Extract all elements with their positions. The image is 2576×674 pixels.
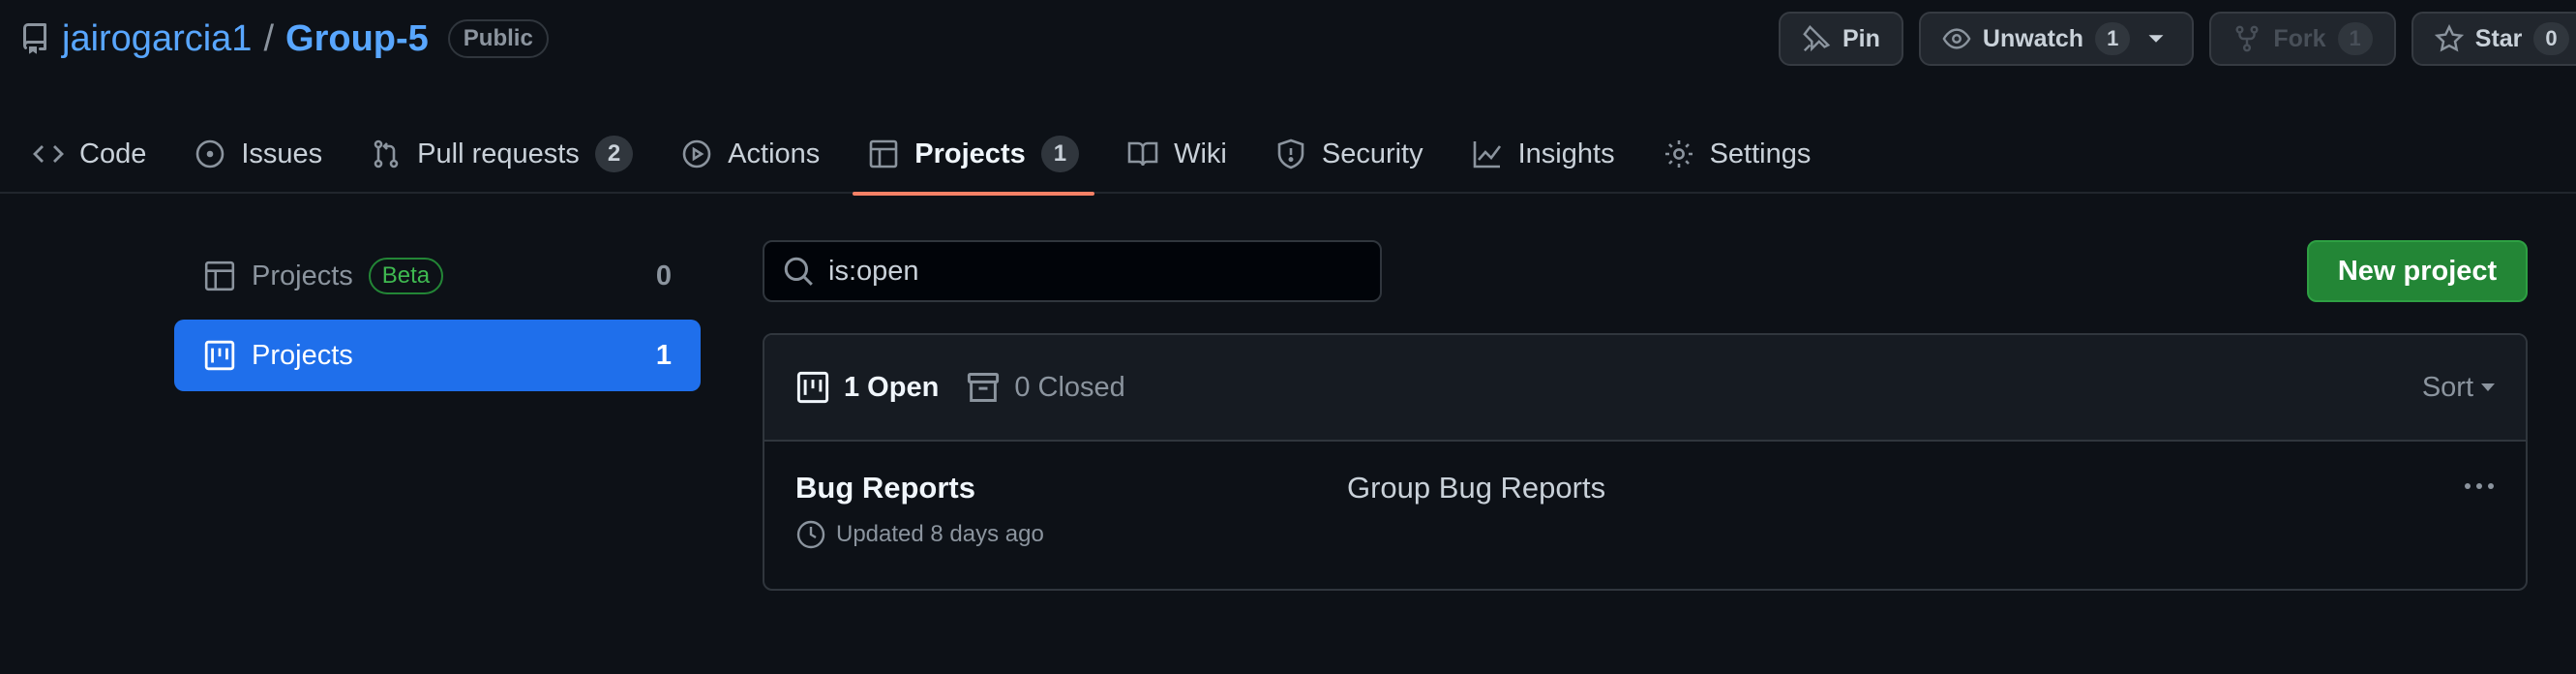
project-board-icon bbox=[795, 370, 830, 405]
sort-dropdown[interactable]: Sort bbox=[2422, 372, 2495, 404]
sidebar-item-label: Projects bbox=[252, 339, 353, 371]
tab-actions[interactable]: Actions bbox=[666, 114, 835, 194]
book-icon bbox=[1127, 138, 1158, 169]
projects-count: 1 bbox=[1040, 136, 1080, 172]
issue-icon bbox=[195, 138, 225, 169]
pin-button[interactable]: Pin bbox=[1779, 12, 1903, 66]
projects-list: 1 Open 0 Closed Sort Bug Reports Updated… bbox=[763, 333, 2528, 591]
tab-security[interactable]: Security bbox=[1260, 114, 1439, 194]
kebab-menu-icon[interactable] bbox=[2460, 476, 2499, 496]
clock-icon bbox=[795, 519, 826, 550]
projects-sidebar: Projects Beta 0 Projects 1 bbox=[174, 240, 701, 399]
tab-settings[interactable]: Settings bbox=[1648, 114, 1827, 194]
closed-filter[interactable]: 0 Closed bbox=[966, 370, 1125, 405]
chevron-down-icon[interactable] bbox=[2142, 24, 2171, 53]
pin-icon bbox=[1802, 24, 1831, 53]
tab-code-label: Code bbox=[79, 138, 147, 169]
graph-icon bbox=[1472, 138, 1503, 169]
star-count: 0 bbox=[2533, 22, 2569, 55]
repo-nav: Code Issues Pull requests 2 Actions Proj… bbox=[0, 114, 1843, 196]
sidebar-item-projects-classic[interactable]: Projects 1 bbox=[174, 320, 701, 391]
table-icon bbox=[868, 138, 899, 169]
sort-label: Sort bbox=[2421, 371, 2473, 403]
tab-code[interactable]: Code bbox=[17, 114, 162, 194]
gear-icon bbox=[1663, 138, 1694, 169]
project-description: Group Bug Reports bbox=[1347, 471, 1606, 505]
fork-count: 1 bbox=[2337, 22, 2373, 55]
project-board-icon bbox=[203, 339, 252, 372]
play-icon bbox=[681, 138, 712, 169]
pin-label: Pin bbox=[1842, 24, 1880, 52]
code-icon bbox=[33, 138, 64, 169]
shield-icon bbox=[1275, 138, 1306, 169]
tab-pull-requests-label: Pull requests bbox=[417, 138, 580, 169]
sidebar-item-count: 1 bbox=[655, 339, 672, 371]
pull-requests-count: 2 bbox=[594, 136, 634, 172]
beta-badge: Beta bbox=[368, 258, 444, 294]
tab-insights-label: Insights bbox=[1517, 138, 1615, 169]
tab-projects[interactable]: Projects 1 bbox=[853, 114, 1094, 196]
tab-issues-label: Issues bbox=[241, 138, 323, 169]
sidebar-item-projects-beta[interactable]: Projects Beta 0 bbox=[174, 240, 701, 312]
repo-actions: Pin Unwatch 1 Fork 1 Star 0 bbox=[1779, 12, 2576, 66]
open-filter-label: 1 Open bbox=[844, 371, 940, 403]
repo-header: jairogarcia1 / Group-5 Public Pin Unwatc… bbox=[0, 0, 2576, 196]
repo-icon bbox=[19, 23, 50, 54]
list-item: Bug Reports Updated 8 days ago Group Bug… bbox=[764, 442, 2526, 589]
star-label: Star bbox=[2474, 24, 2523, 52]
tab-security-label: Security bbox=[1321, 138, 1423, 169]
sidebar-item-label: Projects bbox=[252, 260, 353, 291]
table-icon bbox=[203, 260, 252, 292]
archive-icon bbox=[966, 370, 1001, 405]
path-separator: / bbox=[263, 17, 275, 59]
tab-settings-label: Settings bbox=[1709, 138, 1812, 169]
repo-name-link[interactable]: Group-5 bbox=[285, 18, 429, 60]
fork-icon bbox=[2232, 24, 2261, 53]
closed-filter-label: 0 Closed bbox=[1014, 371, 1125, 403]
search-input[interactable] bbox=[828, 255, 1351, 288]
tab-wiki-label: Wiki bbox=[1174, 138, 1227, 169]
eye-icon bbox=[1942, 24, 1971, 53]
tab-actions-label: Actions bbox=[728, 138, 821, 169]
open-filter[interactable]: 1 Open bbox=[795, 370, 939, 405]
star-icon bbox=[2434, 24, 2464, 53]
tab-issues[interactable]: Issues bbox=[179, 114, 338, 194]
fork-button[interactable]: Fork 1 bbox=[2209, 12, 2396, 66]
tab-wiki[interactable]: Wiki bbox=[1112, 114, 1243, 194]
visibility-badge: Public bbox=[447, 19, 549, 58]
updated-text: Updated 8 days ago bbox=[836, 521, 1044, 547]
star-button[interactable]: Star 0 bbox=[2411, 12, 2576, 66]
project-updated: Updated 8 days ago bbox=[795, 519, 2495, 550]
tab-pull-requests[interactable]: Pull requests 2 bbox=[355, 114, 648, 194]
tab-projects-label: Projects bbox=[914, 138, 1026, 169]
sidebar-item-count: 0 bbox=[655, 260, 672, 291]
repo-title: jairogarcia1 / Group-5 Public bbox=[19, 14, 549, 64]
tab-insights[interactable]: Insights bbox=[1456, 114, 1631, 194]
fork-label: Fork bbox=[2273, 24, 2326, 52]
unwatch-button[interactable]: Unwatch 1 bbox=[1918, 12, 2195, 66]
repo-owner-link[interactable]: jairogarcia1 bbox=[62, 18, 252, 60]
project-search[interactable] bbox=[763, 240, 1382, 302]
caret-down-icon bbox=[2481, 383, 2495, 391]
project-name-link[interactable]: Bug Reports bbox=[795, 471, 975, 505]
watch-count: 1 bbox=[2095, 22, 2131, 55]
projects-list-header: 1 Open 0 Closed Sort bbox=[764, 335, 2526, 442]
search-icon bbox=[782, 255, 815, 288]
unwatch-label: Unwatch bbox=[1982, 24, 2084, 52]
pull-request-icon bbox=[371, 138, 402, 169]
new-project-button[interactable]: New project bbox=[2307, 240, 2528, 302]
